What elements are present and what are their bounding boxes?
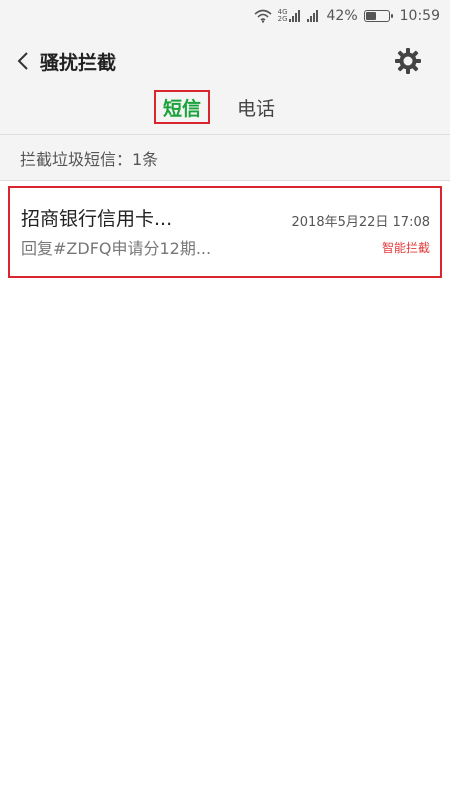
back-arrow-icon[interactable]: [16, 49, 36, 73]
blocked-summary: 拦截垃圾短信：1条: [0, 135, 450, 181]
battery-percent: 42%: [326, 8, 358, 24]
tab-sms[interactable]: 短信: [154, 90, 210, 124]
net-type-bottom: 2G: [277, 15, 288, 23]
message-date: 2018年5月22日 17:08: [291, 215, 431, 230]
tab-bar: 短信 电话: [0, 90, 450, 135]
battery-fill: [365, 12, 376, 20]
page-title: 骚扰拦截: [40, 51, 117, 74]
signal-icon: [306, 10, 321, 22]
message-preview: 回复#ZDFQ申请分12期...: [21, 239, 212, 258]
wifi-icon: [254, 9, 272, 23]
intercept-tag: 智能拦截: [381, 241, 430, 255]
app-header: 骚扰拦截: [0, 32, 450, 90]
gear-icon[interactable]: [394, 47, 422, 75]
battery-icon: [363, 10, 393, 22]
message-sender: 招商银行信用卡...: [21, 208, 173, 230]
status-bar: 4G 2G 42% 10:59: [0, 0, 450, 32]
signal-4g-icon: 4G 2G: [278, 9, 301, 23]
tab-phone[interactable]: 电话: [236, 90, 276, 124]
clock: 10:59: [399, 8, 440, 24]
list-item[interactable]: 招商银行信用卡... 2018年5月22日 17:08 回复#ZDFQ申请分12…: [8, 186, 442, 278]
